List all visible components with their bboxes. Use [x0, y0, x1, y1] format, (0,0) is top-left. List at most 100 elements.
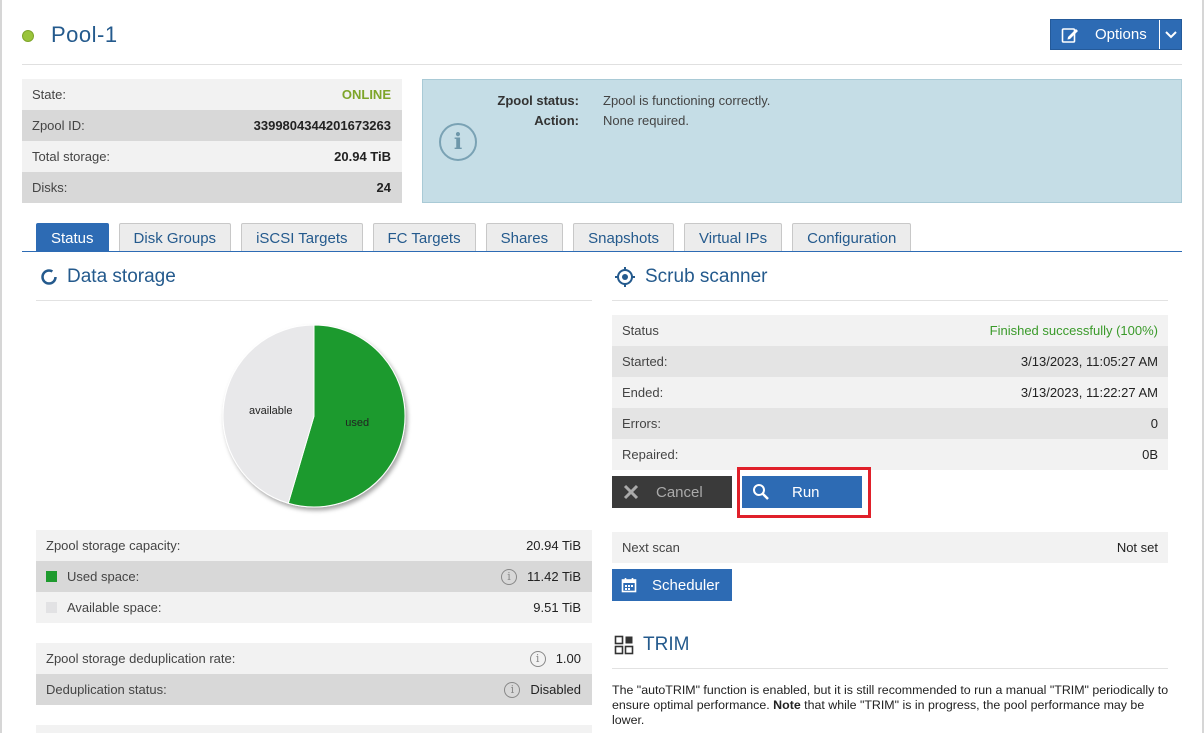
scrub-repaired-label: Repaired: — [622, 447, 679, 462]
action-label: Action: — [534, 112, 579, 128]
capacity-label: Zpool storage capacity: — [46, 538, 181, 553]
info-icon: i — [439, 123, 477, 161]
calendar-icon — [612, 577, 646, 593]
info-label: Disks: — [32, 180, 68, 195]
scrub-started-label: Started: — [622, 354, 668, 369]
tab-shares[interactable]: Shares — [485, 223, 564, 252]
disks-value: 24 — [376, 180, 391, 195]
scrub-ended-value: 3/13/2023, 11:22:27 AM — [1020, 385, 1158, 400]
tab-iscsi-targets[interactable]: iSCSI Targets — [241, 223, 363, 252]
tab-disk-groups[interactable]: Disk Groups — [118, 223, 232, 252]
info-icon[interactable]: i — [501, 568, 518, 585]
available-space-value: 9.51 TiB — [533, 600, 581, 615]
scrub-status-label: Status — [622, 323, 659, 338]
capacity-row: Zpool storage capacity: 20.94 TiB — [36, 530, 592, 561]
pie-label-available: available — [249, 405, 292, 417]
scrub-errors-label: Errors: — [622, 416, 661, 431]
page-left-border — [0, 0, 2, 733]
zpool-id-value: 3399804344201673263 — [253, 118, 391, 133]
dedup-status-label: Deduplication status: — [46, 682, 167, 697]
zpool-status-line: Zpool status: Zpool is functioning corre… — [483, 90, 770, 110]
total-storage-value: 20.94 TiB — [334, 149, 391, 164]
data-storage-title: Data storage — [67, 266, 176, 287]
available-swatch — [46, 602, 57, 613]
dedup-status-value: Disabled — [530, 682, 581, 697]
available-space-label: Available space: — [67, 600, 162, 615]
tab-virtual-ips[interactable]: Virtual IPs — [684, 223, 783, 252]
info-row-zpool-id: Zpool ID: 3399804344201673263 — [22, 110, 402, 141]
scheduler-button[interactable]: Scheduler — [612, 569, 732, 601]
state-value: ONLINE — [341, 87, 391, 102]
info-label: Total storage: — [32, 149, 111, 164]
info-label: Zpool ID: — [32, 118, 85, 133]
target-icon — [614, 266, 636, 288]
run-label: Run — [792, 483, 820, 501]
info-row-state: State: ONLINE — [22, 79, 402, 110]
info-icon[interactable]: i — [504, 681, 521, 698]
trim-title: TRIM — [643, 634, 690, 655]
info-row-total-storage: Total storage: 20.94 TiB — [22, 141, 402, 172]
used-space-row: Used space: i 11.42 TiB — [36, 561, 592, 592]
used-space-value: 11.42 TiB — [527, 569, 581, 584]
tabs-divider — [22, 251, 1182, 252]
zpool-status-label: Zpool status: — [497, 92, 579, 108]
scrub-heading: Scrub scanner — [614, 266, 768, 288]
header-divider — [22, 64, 1182, 65]
pool-status-dot — [22, 30, 34, 42]
used-space-label: Used space: — [67, 569, 140, 584]
edit-icon — [1051, 26, 1089, 44]
available-space-row: Available space: 9.51 TiB — [36, 592, 592, 623]
pool-tabs: Status Disk Groups iSCSI Targets FC Targ… — [36, 223, 921, 252]
next-row-partial — [36, 725, 592, 733]
next-scan-row: Next scan Not set — [612, 532, 1168, 563]
pie-label-used: used — [345, 417, 369, 429]
zpool-status-value: Zpool is functioning correctly. — [603, 92, 771, 108]
close-icon — [612, 484, 650, 500]
tab-fc-targets[interactable]: FC Targets — [372, 223, 476, 252]
scrub-divider — [612, 300, 1168, 301]
trim-divider — [612, 668, 1168, 669]
pool-info-table: State: ONLINE Zpool ID: 3399804344201673… — [22, 79, 402, 203]
tab-status[interactable]: Status — [36, 223, 109, 252]
tab-snapshots[interactable]: Snapshots — [573, 223, 675, 252]
options-button[interactable]: Options — [1050, 19, 1182, 50]
scrub-started-row: Started: 3/13/2023, 11:05:27 AM — [612, 346, 1168, 377]
scrub-errors-row: Errors: 0 — [612, 408, 1168, 439]
dedup-rate-label: Zpool storage deduplication rate: — [46, 651, 236, 666]
grid-icon — [614, 635, 634, 655]
cancel-button[interactable]: Cancel — [612, 476, 732, 508]
next-scan-value: Not set — [1116, 540, 1158, 555]
next-scan-label: Next scan — [622, 540, 680, 555]
scrub-repaired-row: Repaired: 0B — [612, 439, 1168, 470]
search-icon — [742, 483, 780, 501]
scrub-ended-row: Ended: 3/13/2023, 11:22:27 AM — [612, 377, 1168, 408]
pie-svg: used available — [222, 324, 406, 508]
data-storage-divider — [36, 300, 592, 301]
scrub-title: Scrub scanner — [645, 266, 768, 287]
data-storage-heading: Data storage — [40, 266, 176, 288]
info-label: State: — [32, 87, 66, 102]
scheduler-label: Scheduler — [652, 576, 720, 594]
scrub-repaired-value: 0B — [1142, 447, 1158, 462]
action-value: None required. — [603, 112, 689, 128]
trim-text-note: Note — [773, 698, 801, 712]
scrub-status-row: Status Finished successfully (100%) — [612, 315, 1168, 346]
scrub-ended-label: Ended: — [622, 385, 664, 400]
info-icon[interactable]: i — [529, 650, 546, 667]
trim-heading: TRIM — [614, 634, 689, 656]
dedup-rate-value: 1.00 — [555, 651, 581, 666]
donut-icon — [40, 268, 58, 286]
capacity-value: 20.94 TiB — [526, 538, 581, 553]
used-swatch — [46, 571, 57, 582]
scrub-errors-value: 0 — [1150, 416, 1158, 431]
cancel-label: Cancel — [656, 483, 703, 501]
scrub-status-value: Finished successfully (100%) — [989, 323, 1158, 338]
chevron-down-icon[interactable] — [1159, 20, 1181, 49]
trim-description: The "autoTRIM" function is enabled, but … — [612, 683, 1172, 728]
dedup-status-row: Deduplication status: i Disabled — [36, 674, 592, 705]
page-title: Pool-1 — [51, 22, 118, 47]
info-row-disks: Disks: 24 — [22, 172, 402, 203]
dedup-rate-row: Zpool storage deduplication rate: i 1.00 — [36, 643, 592, 674]
tab-configuration[interactable]: Configuration — [792, 223, 912, 252]
run-button[interactable]: Run — [742, 476, 862, 508]
